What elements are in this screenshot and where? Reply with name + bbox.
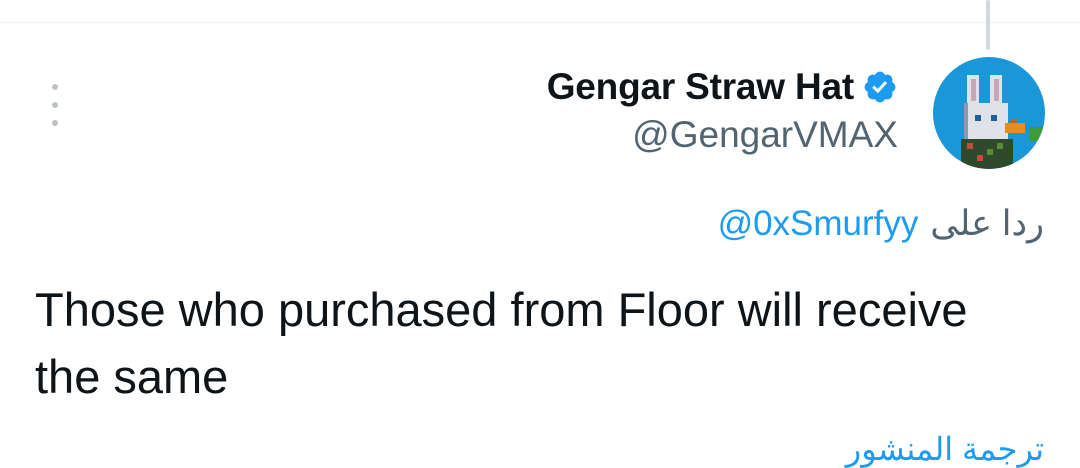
more-dot	[52, 102, 58, 108]
top-divider	[0, 22, 1080, 23]
reply-prefix-label: ردا على	[930, 204, 1044, 243]
tweet-text: Those who purchased from Floor will rece…	[35, 283, 968, 403]
author-display-name[interactable]: Gengar Straw Hat	[547, 66, 854, 108]
thread-connector-line	[986, 0, 990, 50]
reply-context: @0xSmurfyy ردا على	[718, 202, 1044, 246]
author-name-row[interactable]: Gengar Straw Hat	[547, 64, 898, 110]
translate-post-link[interactable]: ترجمة المنشور	[846, 430, 1044, 468]
more-dot	[52, 120, 58, 126]
avatar[interactable]	[933, 57, 1045, 169]
author-handle[interactable]: @GengarVMAX	[632, 114, 898, 156]
more-options-icon[interactable]	[43, 84, 67, 126]
reply-mention-link[interactable]: @0xSmurfyy	[718, 204, 919, 244]
avatar-pixel-rabbit-icon	[961, 75, 1045, 169]
more-dot	[52, 84, 58, 90]
verified-badge-icon[interactable]	[862, 69, 898, 105]
